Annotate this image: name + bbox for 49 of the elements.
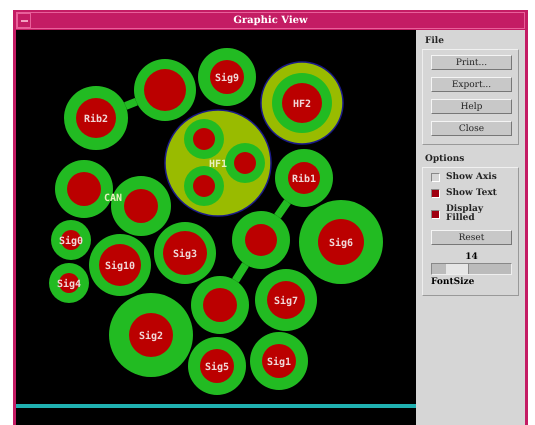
signal-node[interactable]	[188, 337, 246, 395]
checkbox[interactable]	[431, 189, 440, 198]
panel-button[interactable]: Close	[431, 121, 512, 136]
panel-button[interactable]: Print...	[431, 55, 512, 70]
signal-node[interactable]	[250, 332, 308, 390]
checkbox[interactable]	[431, 173, 440, 182]
node-label: Sig5	[204, 362, 230, 373]
slider-thumb[interactable]	[446, 264, 470, 274]
node-label: Rib1	[292, 174, 316, 185]
node-label: Sig6	[328, 238, 354, 249]
panel-button[interactable]: Export...	[431, 77, 512, 92]
connector-line	[124, 98, 138, 110]
group-node[interactable]	[260, 61, 344, 145]
node-label: Sig7	[274, 296, 298, 307]
section-title: Options	[425, 154, 466, 164]
reset-button[interactable]: Reset	[431, 230, 512, 245]
node-label: HF2	[292, 99, 312, 110]
signal-node[interactable]	[134, 59, 196, 121]
window-menu-button[interactable]	[17, 13, 31, 28]
node-label: Sig3	[172, 249, 198, 260]
checkbox-label: Show Axis	[446, 173, 498, 182]
node-label: Sig1	[266, 357, 292, 368]
signal-node[interactable]	[191, 276, 249, 334]
slider-label: FontSize	[431, 277, 476, 287]
checkbox-label: Show Text	[446, 189, 498, 198]
signal-node[interactable]	[255, 269, 317, 331]
cluster-node[interactable]	[164, 109, 272, 217]
panel-button[interactable]: Help	[431, 99, 512, 114]
signal-node[interactable]	[51, 220, 91, 260]
slider-value: 14	[464, 252, 479, 262]
node-label: Sig9	[214, 73, 240, 84]
signal-node[interactable]	[299, 200, 383, 284]
window-title: Graphic View	[232, 15, 309, 26]
node-label: Rib2	[84, 114, 108, 125]
connector-line	[274, 200, 291, 218]
connector-line	[232, 262, 249, 283]
signal-node[interactable]	[109, 293, 193, 377]
signal-node[interactable]	[232, 211, 290, 269]
signal-node[interactable]	[275, 149, 333, 207]
checkbox-label: Display Filled	[446, 205, 484, 223]
node-label: Sig2	[138, 331, 164, 342]
signal-node[interactable]	[198, 48, 256, 106]
section-title: File	[425, 36, 445, 46]
signal-node[interactable]	[49, 263, 89, 303]
checkbox[interactable]	[431, 210, 440, 218]
node-label: Sig10	[104, 261, 136, 272]
signal-node[interactable]	[64, 86, 128, 150]
signal-node[interactable]	[89, 234, 151, 296]
signal-node[interactable]	[154, 222, 216, 284]
